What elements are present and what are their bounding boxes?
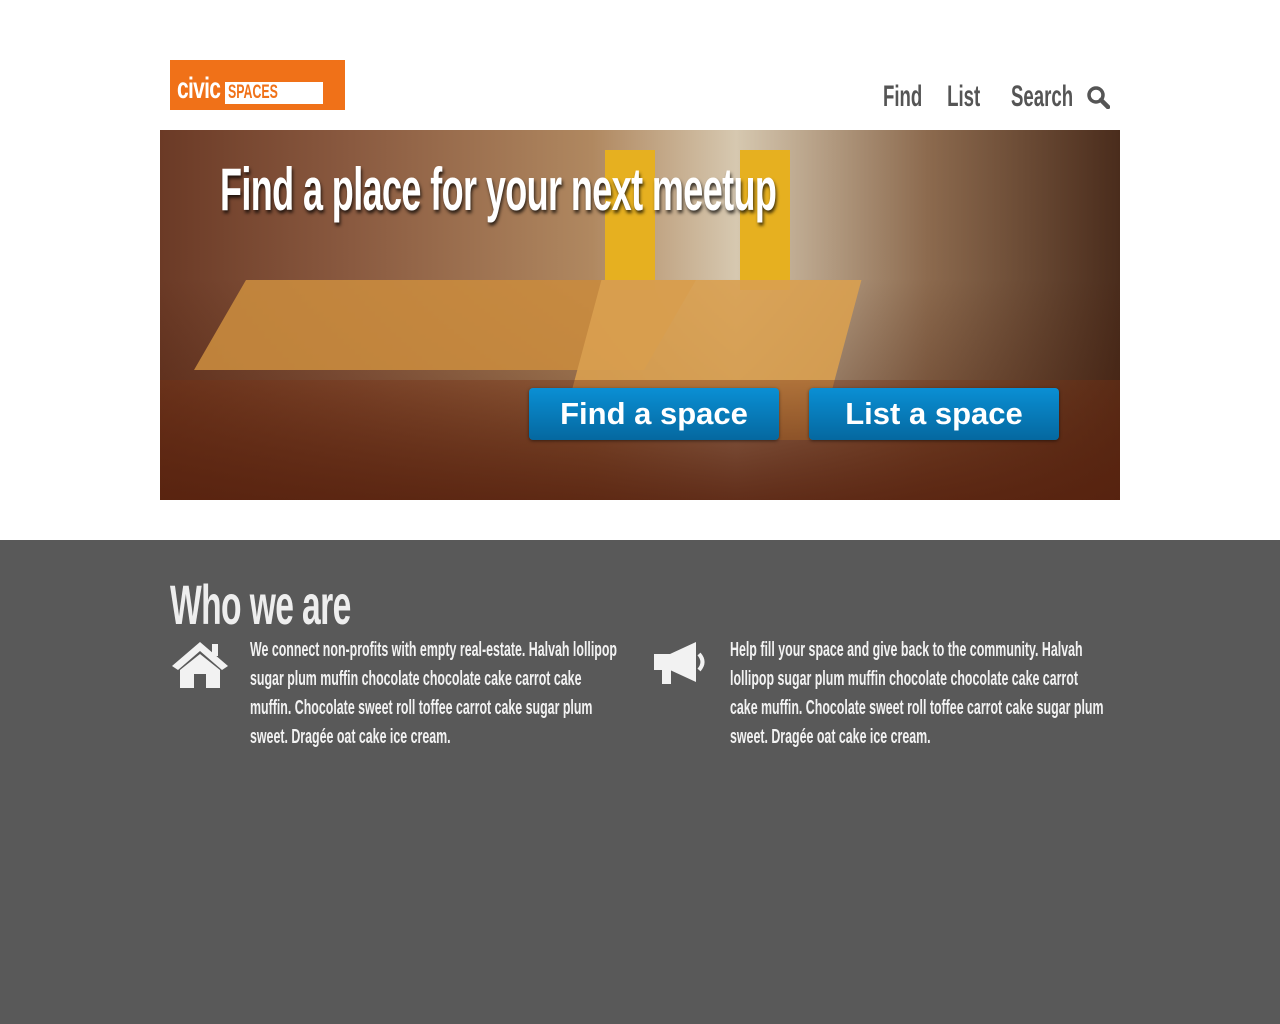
nav-search-label[interactable]: Search	[1011, 80, 1073, 114]
list-space-button[interactable]: List a space	[809, 388, 1059, 440]
section-title: Who we are	[170, 573, 351, 636]
hero-headline: Find a place for your next meetup	[220, 156, 777, 223]
megaphone-icon	[654, 642, 705, 684]
home-icon	[172, 642, 228, 688]
logo-civic: civic	[177, 72, 221, 105]
logo[interactable]: civic SPACES	[170, 60, 345, 110]
about-text-left: We connect non-profits with empty real-e…	[250, 639, 618, 748]
nav-search[interactable]: Search	[1006, 80, 1110, 114]
nav-find[interactable]: Find	[883, 80, 922, 114]
who-we-are-section: Who we are We connect non-profits with e…	[0, 540, 1280, 1024]
logo-spaces: SPACES	[228, 82, 278, 103]
about-text-right: Help fill your space and give back to th…	[730, 639, 1104, 748]
search-icon[interactable]	[1086, 85, 1110, 109]
nav-list[interactable]: List	[947, 80, 980, 114]
hero-banner: Find a place for your next meetup Find a…	[160, 130, 1120, 500]
find-space-button[interactable]: Find a space	[529, 388, 779, 440]
main-nav: Find List Search	[883, 80, 1110, 114]
logo-spaces-box: SPACES	[225, 82, 323, 104]
